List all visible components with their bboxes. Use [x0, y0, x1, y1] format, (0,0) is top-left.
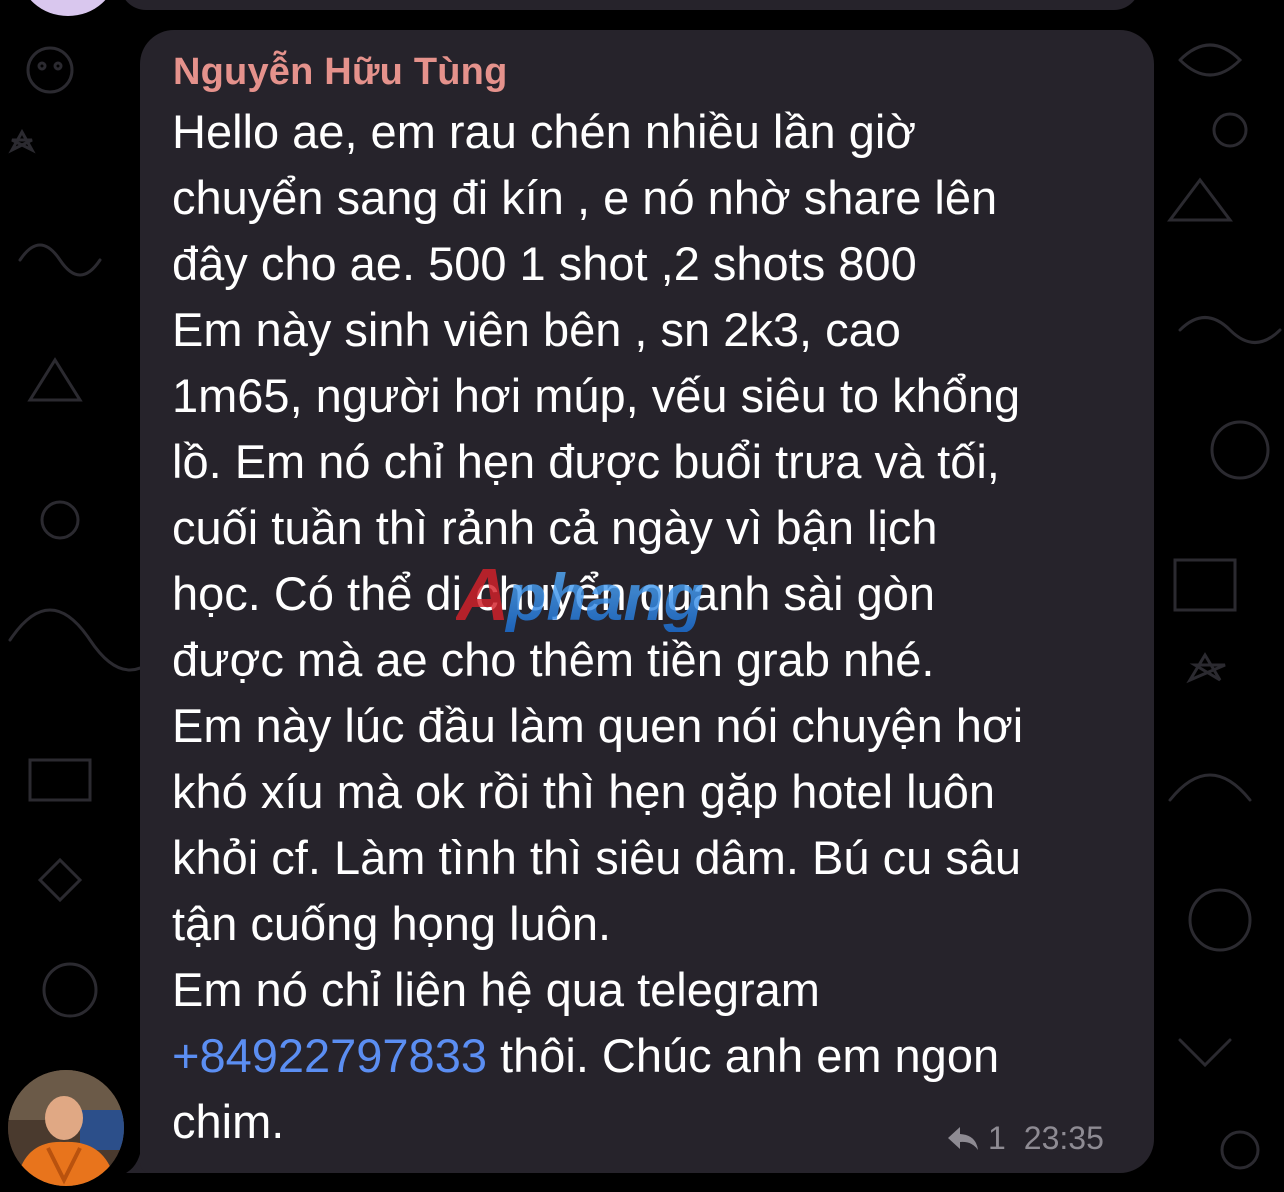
reply-arrow-icon[interactable]	[946, 1123, 980, 1153]
message-text-segment: thôi. Chúc anh em ngon	[486, 1029, 1000, 1082]
message-text-line: cuối tuần thì rảnh cả ngày vì bận lịch	[172, 501, 938, 554]
message-text-line: Em nó chỉ liên hệ qua telegram	[172, 963, 820, 1016]
message-text-line: được mà ae cho thêm tiền grab nhé.	[172, 633, 935, 686]
svg-text:A: A	[456, 560, 509, 632]
avatar-photo	[8, 1070, 124, 1186]
phone-number-link[interactable]: +84922797833	[172, 1029, 487, 1082]
message-text-line: đây cho ae. 500 1 shot ,2 shots 800	[172, 237, 917, 290]
message-text-line: khó xíu mà ok rồi thì hẹn gặp hotel luôn	[172, 765, 996, 818]
message-text-line: chuyển sang đi kín , e nó nhờ share lên	[172, 171, 998, 224]
message-text-line: tận cuống họng luôn.	[172, 897, 612, 950]
message-meta: 1 23:35	[946, 1120, 1104, 1156]
sender-name[interactable]: Nguyễn Hữu Tùng	[173, 51, 507, 94]
watermark-logo: A phang	[456, 560, 704, 632]
reply-count[interactable]: 1	[988, 1120, 1006, 1157]
message-text-line: Em này lúc đầu làm quen nói chuyện hơi	[172, 699, 1024, 752]
message-text-line: 1m65, người hơi múp, vếu siêu to khổng	[172, 369, 1021, 422]
message-text-line: khỏi cf. Làm tình thì siêu dâm. Bú cu sâ…	[172, 831, 1022, 884]
svg-text:phang: phang	[504, 560, 704, 632]
avatar[interactable]	[8, 1070, 124, 1186]
message-time: 23:35	[1023, 1119, 1104, 1156]
message-text-line-with-link: +84922797833 thôi. Chúc anh em ngon	[172, 1028, 999, 1084]
message-text-line: Hello ae, em rau chén nhiều lần giờ	[172, 105, 917, 158]
message-text-line: chim.	[172, 1095, 285, 1148]
previous-message-bubble[interactable]	[120, 0, 1140, 10]
message-text-line: Em này sinh viên bên , sn 2k3, cao	[172, 303, 901, 356]
message-text-line: lồ. Em nó chỉ hẹn được buổi trưa và tối,	[172, 435, 1000, 488]
